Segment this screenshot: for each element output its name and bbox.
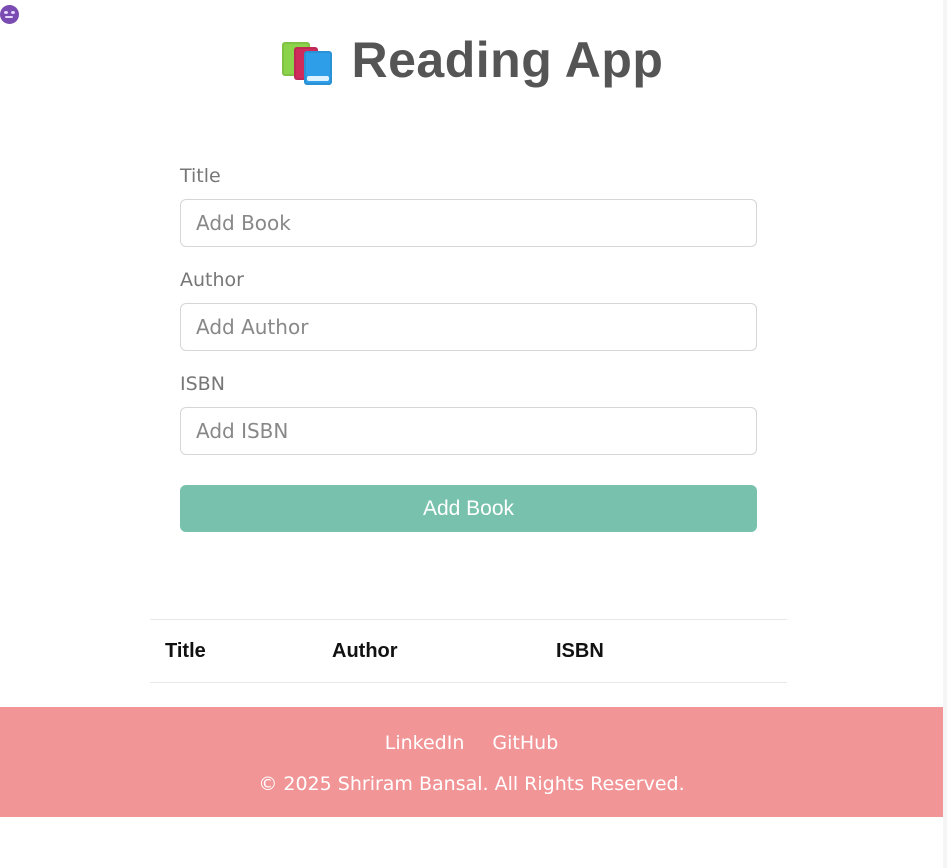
book-table: Title Author ISBN — [150, 620, 802, 682]
author-column-header: Author — [332, 639, 398, 662]
title-form-group: Title — [180, 165, 757, 247]
book-table-header: Title Author ISBN — [150, 620, 802, 682]
linkedin-link[interactable]: LinkedIn — [385, 732, 465, 754]
blue-book-icon — [303, 51, 332, 85]
page: Reading App Title Author ISBN Add Book T… — [0, 0, 947, 868]
books-icon — [280, 36, 334, 85]
title-column-header: Title — [165, 639, 206, 662]
isbn-input[interactable] — [180, 407, 757, 455]
page-title: Reading App — [351, 32, 664, 88]
book-form: Title Author ISBN Add Book — [180, 165, 757, 532]
footer: LinkedIn GitHub © 2025 Shriram Bansal. A… — [0, 707, 943, 817]
isbn-form-group: ISBN — [180, 373, 757, 455]
author-label: Author — [180, 269, 244, 291]
github-link[interactable]: GitHub — [492, 732, 558, 754]
isbn-label: ISBN — [180, 373, 225, 395]
book-table-header-row: Title Author ISBN — [150, 620, 802, 682]
title-input[interactable] — [180, 199, 757, 247]
title-label: Title — [180, 165, 221, 187]
footer-links: LinkedIn GitHub — [0, 732, 943, 754]
author-input[interactable] — [180, 303, 757, 351]
author-form-group: Author — [180, 269, 757, 351]
add-book-button[interactable]: Add Book — [180, 485, 757, 532]
app-header: Reading App — [0, 28, 943, 92]
book-table-wrapper: Title Author ISBN — [150, 619, 787, 683]
footer-copyright: © 2025 Shriram Bansal. All Rights Reserv… — [258, 773, 685, 795]
browser-extension-icon[interactable] — [0, 5, 19, 24]
right-page-edge — [943, 0, 947, 868]
isbn-column-header: ISBN — [556, 639, 604, 662]
